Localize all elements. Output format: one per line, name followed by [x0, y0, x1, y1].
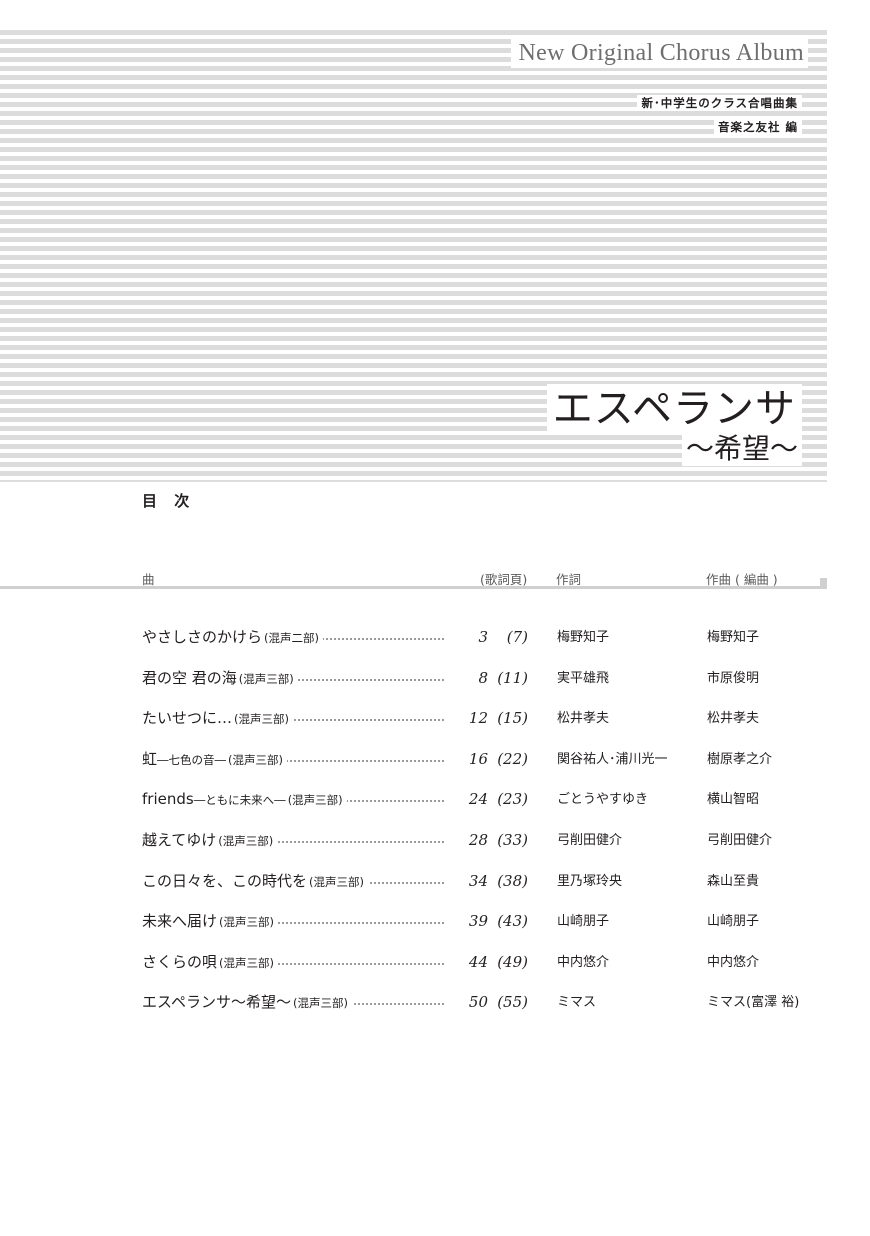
- composer: 山崎朋子: [707, 914, 760, 930]
- lyricist: 中内悠介: [557, 954, 610, 970]
- lyric-page-number: (22): [497, 749, 528, 768]
- song-title-text: 未来へ届け: [142, 912, 218, 931]
- song-title-text: 君の空 君の海: [142, 668, 237, 687]
- toc-row: 越えてゆけ (混声三部) 28 (33) 弓削田健介 弓削田健介: [0, 825, 870, 855]
- page-number: 50: [444, 991, 488, 1014]
- song-title-text: この日々を、この時代を: [142, 871, 308, 890]
- voice-part: (混声三部): [292, 996, 348, 1011]
- header-rule-tick: [820, 578, 827, 589]
- song-title: 虹―七色の音― (混声三部): [142, 747, 287, 771]
- page-number: 3: [444, 626, 488, 648]
- song-title-sub: ―七色の音―: [157, 752, 227, 767]
- voice-part: (混声三部): [218, 834, 274, 848]
- toc-row: 君の空 君の海 (混声三部) 8 (11) 実平雄飛 市原俊明: [0, 663, 870, 693]
- toc-row: エスペランサ～希望～ (混声三部) 50 (55) ミマス ミマス(富澤 裕): [0, 987, 870, 1017]
- page-number: 12: [444, 707, 488, 730]
- song-title-text: エスペランサ～希望～: [142, 993, 291, 1012]
- lyricist: 梅野知子: [557, 630, 610, 645]
- lyricist: 里乃塚玲央: [557, 873, 623, 889]
- song-title-text: 越えてゆけ: [142, 831, 217, 849]
- song-title-text: 虹: [142, 749, 158, 768]
- voice-part: (混声三部): [309, 874, 364, 889]
- song-title: friends―ともに未来へ― (混声三部): [142, 788, 347, 812]
- song-title: この日々を、この時代を (混声三部): [142, 869, 368, 893]
- page-number: 24: [444, 788, 488, 811]
- composer: ミマス(富澤 裕): [707, 995, 800, 1011]
- page-number: 8: [444, 666, 488, 689]
- lyric-page-number: (23): [497, 790, 528, 809]
- album-subtitle: ～希望～: [681, 432, 802, 466]
- voice-part: (混声三部): [219, 915, 274, 930]
- composer: 森山至貴: [707, 873, 760, 889]
- voice-part: (混声三部): [238, 671, 294, 686]
- composer: 横山智昭: [707, 792, 760, 808]
- song-title-text: さくらの唄: [142, 952, 218, 971]
- composer: 市原俊明: [707, 670, 760, 686]
- editor-credit: 音楽之友社 編: [713, 119, 802, 135]
- header-rule: [0, 586, 827, 589]
- series-title: New Original Chorus Album: [510, 38, 808, 68]
- song-title: さくらの唄 (混声三部): [142, 950, 278, 974]
- toc-row: やさしさのかけら (混声二部) 3 (7) 梅野知子 梅野知子: [0, 622, 870, 652]
- toc-heading: 目 次: [142, 492, 196, 510]
- page-number: 39: [444, 910, 488, 933]
- composer: 樹原孝之介: [707, 751, 773, 767]
- composer: 松井孝夫: [707, 711, 760, 727]
- song-title-text: friends: [142, 790, 194, 809]
- voice-part: (混声三部): [287, 793, 343, 808]
- composer: 中内悠介: [707, 954, 760, 970]
- lyricist: 実平雄飛: [557, 670, 610, 686]
- song-title: 君の空 君の海 (混声三部): [142, 666, 298, 690]
- toc-row: この日々を、この時代を (混声三部) 34 (38) 里乃塚玲央 森山至貴: [0, 866, 870, 896]
- lyricist: 松井孝夫: [557, 711, 610, 727]
- toc-row: 虹―七色の音― (混声三部) 16 (22) 関谷祐人･浦川光一 樹原孝之介: [0, 744, 870, 774]
- composer: 弓削田健介: [707, 833, 773, 848]
- page-number: 28: [444, 829, 488, 851]
- lyric-page-number: (38): [497, 871, 528, 890]
- song-title: 越えてゆけ (混声三部): [142, 829, 278, 852]
- lyric-page-number: (15): [497, 709, 528, 728]
- toc-row: friends―ともに未来へ― (混声三部) 24 (23) ごとうやすゆき 横山智昭: [0, 784, 870, 814]
- lyricist: 弓削田健介: [557, 833, 623, 848]
- lyric-page-number: (33): [497, 831, 528, 849]
- page-number: 44: [444, 950, 488, 973]
- lyric-page-number: (7): [506, 628, 528, 646]
- toc-row: さくらの唄 (混声三部) 44 (49) 中内悠介 中内悠介: [0, 947, 870, 977]
- song-title-sub: ―ともに未来へ―: [193, 793, 286, 808]
- song-title: やさしさのかけら (混声二部): [142, 626, 323, 649]
- lyricist: ごとうやすゆき: [557, 792, 649, 808]
- song-title-text: やさしさのかけら: [142, 628, 263, 646]
- page-number: 16: [444, 747, 488, 770]
- lyric-page-number: (43): [497, 912, 528, 931]
- voice-part: (混声三部): [234, 712, 289, 727]
- lyric-page-number: (49): [497, 952, 528, 971]
- collection-title: 新･中学生のクラス合唱曲集: [637, 95, 802, 111]
- toc-row: 未来へ届け (混声三部) 39 (43) 山崎朋子 山崎朋子: [0, 906, 870, 936]
- song-title: たいせつに… (混声三部): [142, 707, 293, 731]
- lyricist: 山崎朋子: [557, 914, 610, 930]
- voice-part: (混声三部): [228, 752, 283, 767]
- lyric-page-number: (11): [497, 668, 528, 687]
- song-title: 未来へ届け (混声三部): [142, 910, 278, 934]
- page-number: 34: [444, 869, 488, 892]
- lyric-page-number: (55): [497, 993, 528, 1012]
- composer: 梅野知子: [707, 630, 760, 645]
- album-title: エスペランサ: [546, 384, 802, 434]
- toc-row: たいせつに… (混声三部) 12 (15) 松井孝夫 松井孝夫: [0, 703, 870, 733]
- song-title-text: たいせつに…: [142, 709, 233, 728]
- voice-part: (混声三部): [219, 955, 274, 970]
- lyricist: ミマス: [557, 995, 597, 1011]
- song-title: エスペランサ～希望～ (混声三部): [142, 991, 352, 1015]
- lyricist: 関谷祐人･浦川光一: [557, 751, 668, 767]
- voice-part: (混声二部): [264, 631, 319, 645]
